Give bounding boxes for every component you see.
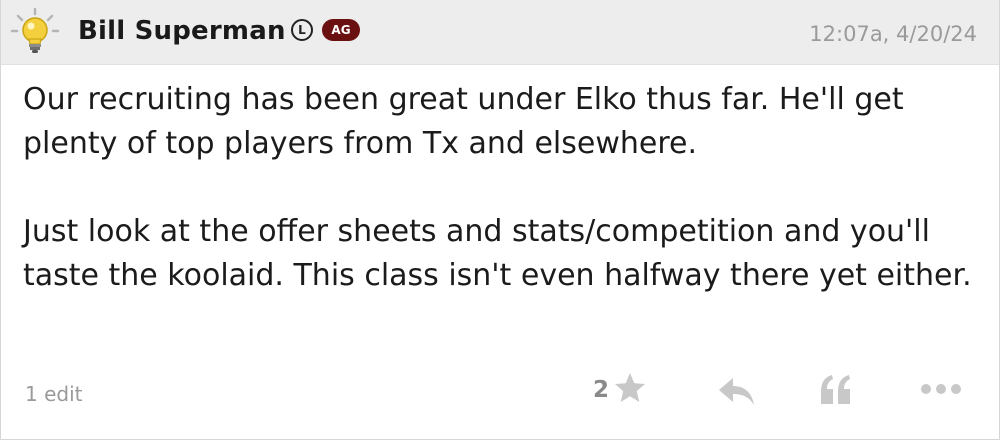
more-icon[interactable] — [918, 380, 964, 402]
reply-icon[interactable] — [717, 374, 757, 412]
post-timestamp[interactable]: 12:07a, 4/20/24 — [809, 20, 977, 48]
lightbulb-icon[interactable] — [9, 6, 61, 58]
badge-ag: AG — [322, 19, 360, 41]
post-header: Bill Superman L AG 12:07a, 4/20/24 — [1, 0, 999, 65]
star-icon — [613, 371, 647, 409]
post-body: Our recruiting has been great under Elko… — [23, 78, 983, 298]
author-name[interactable]: Bill Superman — [78, 14, 286, 48]
post-paragraph-1: Our recruiting has been great under Elko… — [23, 82, 904, 161]
post-paragraph-2: Just look at the offer sheets and stats/… — [23, 214, 972, 293]
like-button[interactable]: 2 — [593, 372, 647, 408]
edit-count[interactable]: 1 edit — [25, 381, 82, 407]
like-count: 2 — [593, 377, 610, 403]
badge-l: L — [291, 19, 313, 41]
forum-post: Bill Superman L AG 12:07a, 4/20/24 Our r… — [0, 0, 1000, 440]
quote-icon[interactable] — [818, 372, 854, 412]
